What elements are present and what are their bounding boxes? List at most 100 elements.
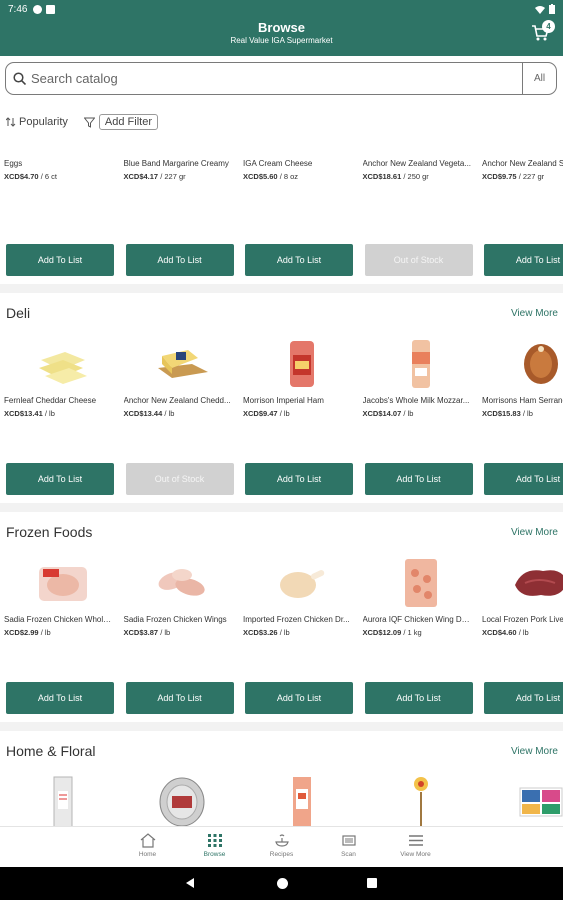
product-card[interactable]: Anchor New Zealand Chedd... XCD$13.44 / l… [120, 333, 240, 495]
search-input[interactable] [31, 71, 491, 86]
price-value: XCD$3.26 [243, 628, 278, 637]
product-image[interactable] [6, 771, 120, 826]
product-card[interactable]: King ForksXCD$2.15 / 20 ctAdd To List [0, 771, 120, 826]
section-header: Home & Floral View More [0, 731, 563, 771]
price-unit: / lb [401, 409, 414, 418]
add-filter-label: Add Filter [98, 114, 158, 130]
product-image[interactable] [365, 333, 479, 395]
product-image[interactable] [126, 140, 240, 158]
product-image[interactable] [6, 140, 120, 158]
price-unit: / lb [277, 628, 290, 637]
product-price: XCD$12.09 / 1 kg [363, 626, 479, 640]
view-more-link[interactable]: View More [511, 527, 558, 538]
add-to-list-button[interactable]: Add To List [364, 463, 473, 495]
product-card[interactable]: Jacobs's Whole Milk Mozzar... XCD$14.07 /… [359, 333, 479, 495]
product-price: XCD$13.41 / lb [4, 407, 120, 421]
catalog-section: Deli View More Fernleaf Cheddar Cheese XCD$… [0, 293, 563, 503]
notification-icon [33, 4, 43, 14]
product-card[interactable]: Blue Band Margarine Creamy XCD$4.17 / 227… [120, 140, 240, 276]
price-value: XCD$4.60 [482, 628, 517, 637]
product-card[interactable]: King SpoonsXCD$3.55 / 20 ctAdd To List [239, 771, 359, 826]
product-name: Sadia Frozen Chicken Wings [123, 615, 227, 624]
product-row: King ForksXCD$2.15 / 20 ctAdd To ListJif… [0, 771, 563, 826]
product-card[interactable]: Large PostcardXCD$3.90 / 1 eaAdd To List [478, 771, 563, 826]
nav-home[interactable]: Home [114, 827, 181, 867]
product-card[interactable]: Aurora IQF Chicken Wing Dru... XCD$12.09 … [359, 552, 479, 714]
product-image[interactable] [365, 552, 479, 614]
product-name: Sadia Frozen Chicken Whole... [4, 615, 113, 624]
section-header: Frozen Foods View More [0, 512, 563, 552]
price-value: XCD$2.99 [4, 628, 39, 637]
product-card[interactable]: Jiffy-Foil Giant Oval Rack Ro...XCD$4.00… [120, 771, 240, 826]
add-to-list-button[interactable]: Add To List [245, 682, 353, 714]
product-card[interactable]: Anchor New Zealand Vegeta... XCD$18.61 / … [359, 140, 479, 276]
product-image[interactable] [245, 552, 359, 614]
product-image[interactable] [6, 552, 120, 614]
wifi-icon [535, 5, 545, 14]
catalog-list[interactable]: Eggs XCD$4.70 / 6 ct Add To List Blue Band … [0, 140, 563, 826]
price-unit: / lb [516, 628, 529, 637]
product-image[interactable] [245, 333, 359, 395]
product-image[interactable] [245, 771, 359, 826]
system-home-icon[interactable] [277, 878, 288, 889]
product-card[interactable]: Morrison Imperial Ham XCD$9.47 / lb Add To… [239, 333, 359, 495]
add-to-list-button[interactable]: Add To List [125, 682, 234, 714]
add-to-list-button[interactable]: Add To List [484, 682, 563, 714]
product-card[interactable]: Sadia Frozen Chicken Whole... XCD$2.99 / … [0, 552, 120, 714]
back-icon[interactable] [186, 878, 194, 888]
product-image[interactable] [484, 552, 563, 614]
product-image[interactable] [6, 333, 120, 395]
price-value: XCD$15.83 [482, 409, 521, 418]
product-image[interactable] [484, 771, 563, 826]
section-divider [0, 503, 563, 512]
price-unit: / 227 gr [158, 172, 186, 181]
nav-label: Scan [341, 851, 356, 858]
add-to-list-button[interactable]: Add To List [125, 244, 234, 276]
nav-scan[interactable]: Scan [315, 827, 382, 867]
view-more-link[interactable]: View More [511, 746, 558, 757]
product-price: XCD$4.70 / 6 ct [4, 170, 120, 184]
cart-button[interactable]: 4 [529, 20, 555, 44]
product-card[interactable]: Imported Frozen Chicken Dr... XCD$3.26 / … [239, 552, 359, 714]
add-to-list-button[interactable]: Add To List [245, 244, 353, 276]
product-card[interactable]: Anchor New Zealand Salted... XCD$9.75 / 2… [478, 140, 563, 276]
product-card[interactable]: IGA Cream Cheese XCD$5.60 / 8 oz Add To Li… [239, 140, 359, 276]
add-to-list-button[interactable]: Add To List [6, 682, 114, 714]
menu-icon [408, 835, 423, 846]
add-to-list-button[interactable]: Add To List [245, 463, 353, 495]
product-image[interactable] [484, 140, 563, 158]
nav-view-more[interactable]: View More [382, 827, 449, 867]
add-to-list-button[interactable]: Add To List [484, 463, 563, 495]
product-image[interactable] [245, 140, 359, 158]
add-to-list-button[interactable]: Add To List [6, 244, 114, 276]
product-card[interactable]: Cut Flowers/BouquetXCD$25.00 / 1 eaAdd T… [359, 771, 479, 826]
product-card[interactable]: Fernleaf Cheddar Cheese XCD$13.41 / lb Add… [0, 333, 120, 495]
nav-browse[interactable]: Browse [181, 827, 248, 867]
price-value: XCD$18.61 [362, 172, 402, 181]
product-price: XCD$15.83 / lb [482, 407, 563, 421]
sort-button[interactable]: Popularity [6, 116, 68, 128]
add-to-list-button[interactable]: Add To List [364, 682, 473, 714]
add-to-list-button[interactable]: Add To List [6, 463, 114, 495]
product-image[interactable] [126, 771, 240, 826]
search-scope-button[interactable]: All [522, 63, 556, 94]
product-card[interactable]: Eggs XCD$4.70 / 6 ct Add To List [0, 140, 120, 276]
price-unit: / 6 ct [38, 172, 57, 181]
view-more-link[interactable]: View More [511, 308, 558, 319]
section-title: Deli [6, 305, 31, 321]
product-card[interactable]: Local Frozen Pork Liver XCD$4.60 / lb Add … [478, 552, 563, 714]
product-image[interactable] [126, 333, 240, 395]
product-image[interactable] [365, 771, 479, 826]
price-value: XCD$3.87 [123, 628, 159, 637]
recent-apps-icon[interactable] [367, 878, 377, 888]
add-filter-button[interactable]: Add Filter [83, 114, 158, 130]
product-image[interactable] [484, 333, 563, 395]
price-unit: / lb [162, 409, 175, 418]
product-card[interactable]: Morrisons Ham Serrano XCD$15.83 / lb Add T… [478, 333, 563, 495]
sort-label: Popularity [19, 116, 68, 128]
product-image[interactable] [126, 552, 240, 614]
product-card[interactable]: Sadia Frozen Chicken Wings XCD$3.87 / lb A… [120, 552, 240, 714]
product-image[interactable] [365, 140, 479, 158]
add-to-list-button[interactable]: Add To List [484, 244, 563, 276]
nav-recipes[interactable]: Recipes [248, 827, 315, 867]
